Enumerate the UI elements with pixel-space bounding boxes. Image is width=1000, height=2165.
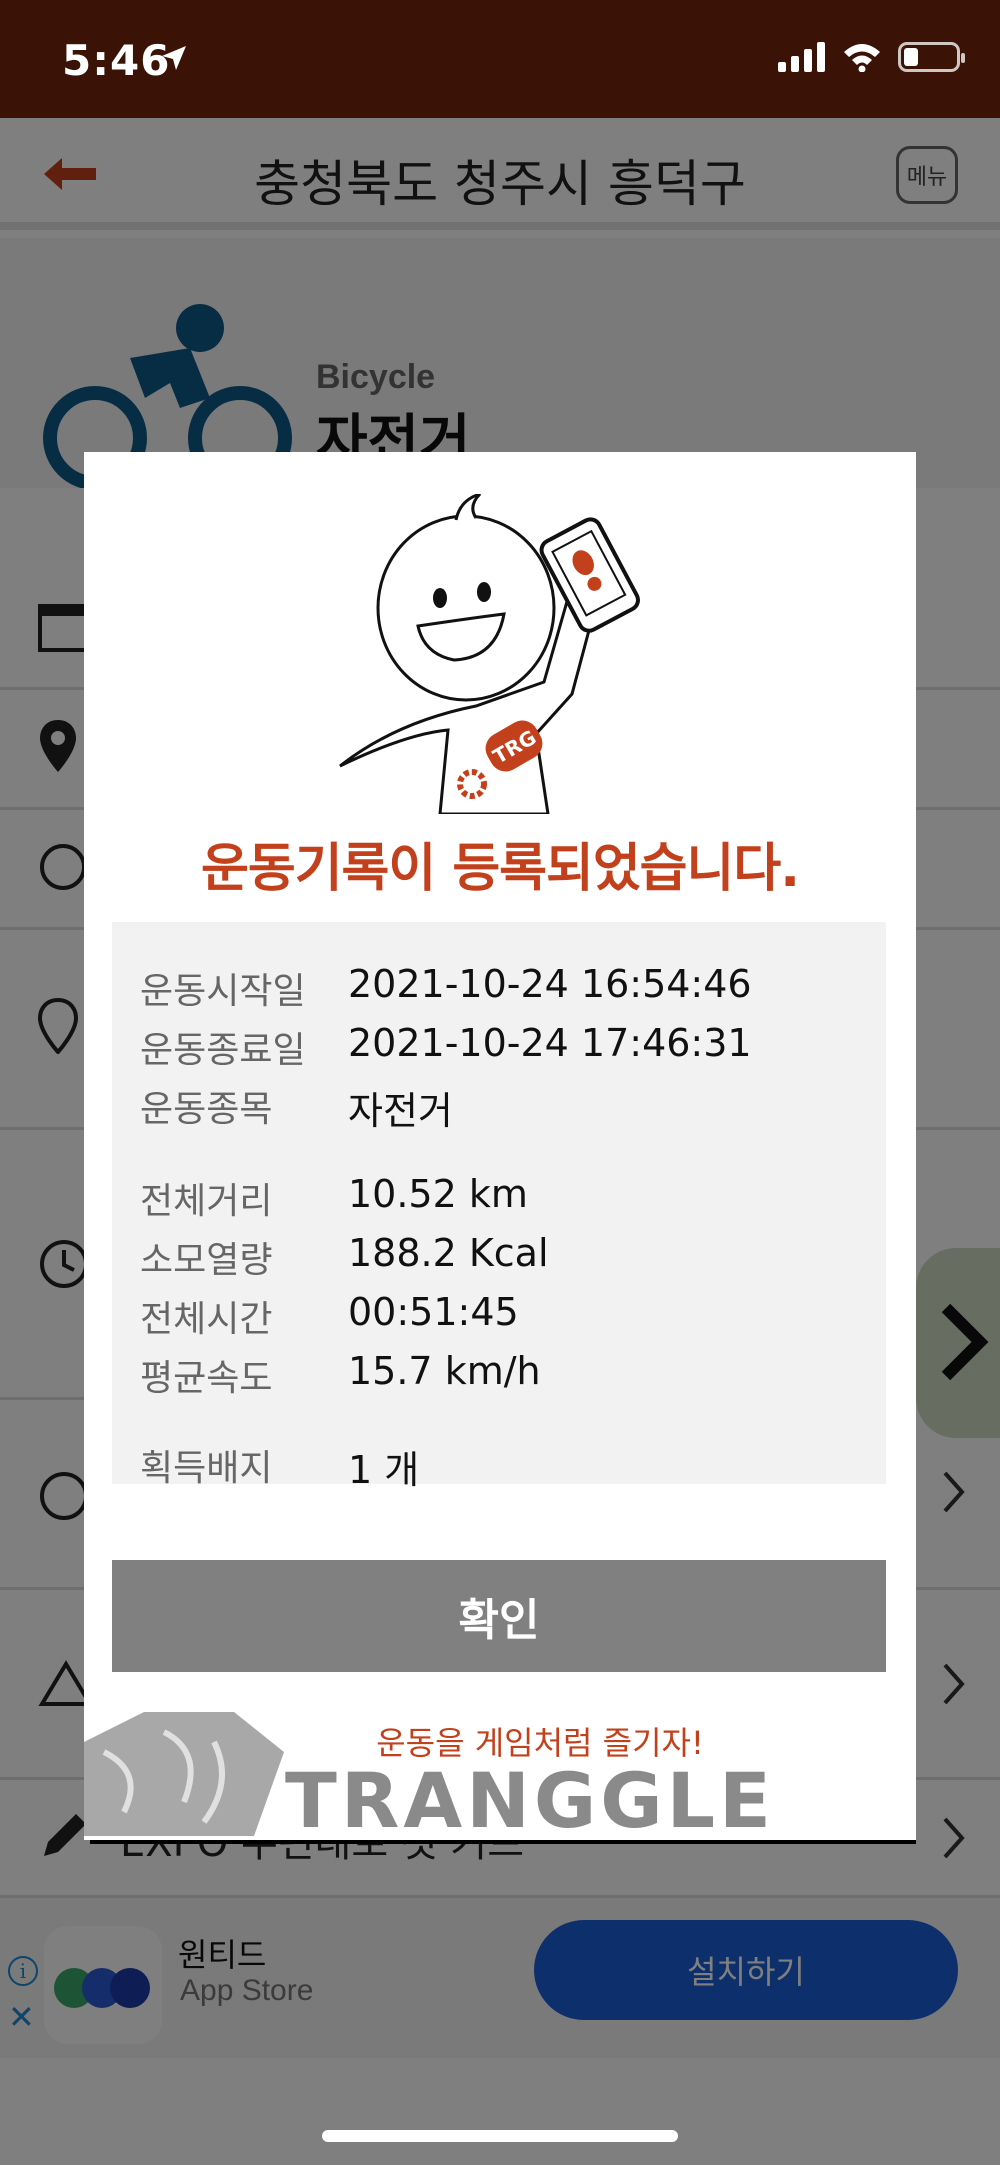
record-row: 획득배지 1 개 [112, 1439, 886, 1492]
record-row: 운동시작일 2021-10-24 16:54:46 [112, 962, 886, 1014]
status-time: 5:46 [62, 36, 171, 85]
record-value: 10.52 km [348, 1172, 528, 1216]
record-row: 전체거리 10.52 km [112, 1172, 886, 1224]
record-label: 소모열량 [140, 1240, 273, 1281]
record-label: 전체시간 [140, 1299, 273, 1340]
record-label: 운동시작일 [140, 971, 306, 1012]
record-value: 1 개 [348, 1448, 420, 1492]
record-label: 운동종료일 [140, 1030, 306, 1071]
record-value: 188.2 Kcal [348, 1231, 549, 1275]
confirm-button[interactable]: 확인 [112, 1560, 886, 1672]
status-indicators [778, 42, 965, 72]
record-label: 획득배지 [140, 1448, 273, 1489]
record-row: 운동종목 자전거 [112, 1080, 886, 1133]
record-value: 15.7 km/h [348, 1349, 541, 1393]
mascot-illustration: TRG [339, 494, 640, 814]
record-label: 전체거리 [140, 1181, 273, 1222]
record-label: 운동종목 [140, 1089, 273, 1130]
tranggle-banner[interactable]: 운동을 게임처럼 즐기자! TRANGGLE [84, 1712, 916, 1836]
record-row: 소모열량 188.2 Kcal [112, 1231, 886, 1283]
record-value: 2021-10-24 16:54:46 [348, 962, 752, 1006]
record-row: 평균속도 15.7 km/h [112, 1349, 886, 1401]
signal-icon [778, 42, 825, 72]
record-complete-dialog: TRG 운동기록이 등록되었습니다. 운동시작일 2021-10-24 16:5… [84, 452, 916, 1840]
wifi-icon [844, 44, 880, 72]
record-value: 00:51:45 [348, 1290, 519, 1334]
record-value: 자전거 [348, 1089, 453, 1133]
record-summary: 운동시작일 2021-10-24 16:54:46 운동종료일 2021-10-… [112, 922, 886, 1492]
record-value: 2021-10-24 17:46:31 [348, 1021, 752, 1065]
home-indicator[interactable] [322, 2130, 678, 2142]
record-row: 전체시간 00:51:45 [112, 1290, 886, 1342]
status-bar: 5:46 [0, 0, 1000, 118]
record-label: 평균속도 [140, 1358, 273, 1399]
dialog-title: 운동기록이 등록되었습니다. [201, 839, 800, 899]
tranggle-logo: TRANGGLE [285, 1756, 775, 1836]
location-arrow-icon [162, 46, 186, 70]
record-row: 운동종료일 2021-10-24 17:46:31 [112, 1021, 886, 1073]
battery-icon [898, 42, 965, 72]
